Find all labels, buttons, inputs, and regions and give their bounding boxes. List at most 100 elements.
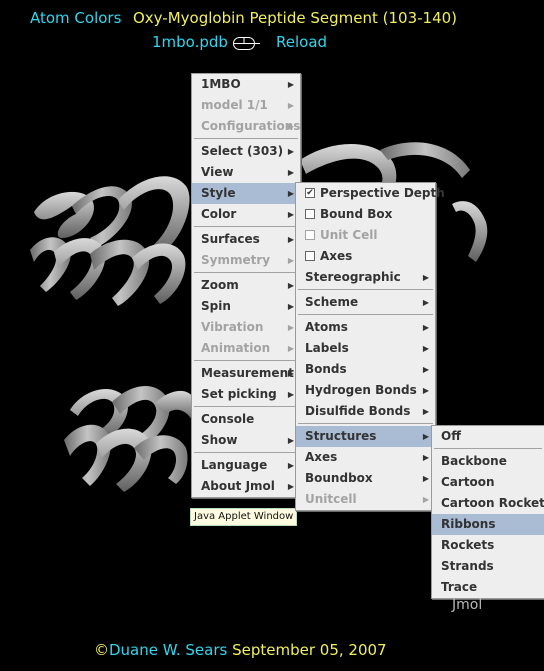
submenu-arrow-icon: ▶ xyxy=(287,302,294,311)
menu-item-label: Spin xyxy=(201,299,231,313)
menu-separator xyxy=(434,448,542,449)
menu-item-label: Unitcell xyxy=(305,492,357,506)
menu-item-axes[interactable]: Axes ▶ xyxy=(296,447,435,468)
menu-item-labels[interactable]: Labels ▶ xyxy=(296,338,435,359)
menu-item-label: Scheme xyxy=(305,295,359,309)
author-link[interactable]: Duane W. Sears xyxy=(109,641,227,659)
menu-item-symmetry: Symmetry ▶ xyxy=(192,250,300,271)
menu-item-label: Zoom xyxy=(201,278,239,292)
menu-item-label: Rockets xyxy=(441,538,495,552)
menu-item-label: Style xyxy=(201,186,236,200)
menu-item-label: Ribbons xyxy=(441,517,496,531)
menu-separator xyxy=(298,289,433,290)
menu-item-label: Unit Cell xyxy=(320,228,378,242)
menu-item-zoom[interactable]: Zoom ▶ xyxy=(192,275,300,296)
menu-item-animation: Animation ▶ xyxy=(192,338,300,359)
submenu-arrow-icon: ▶ xyxy=(287,122,294,131)
menu-item-language[interactable]: Language ▶ xyxy=(192,455,300,476)
menu-item-label: Measurement xyxy=(201,366,294,380)
menu-item-ribbons[interactable]: Ribbons xyxy=(432,514,544,535)
menu-item-set-picking[interactable]: Set picking ▶ xyxy=(192,384,300,405)
menu-separator xyxy=(298,314,433,315)
structures-submenu: Off Backbone Cartoon Cartoon Rockets Rib… xyxy=(431,425,544,599)
checkbox-icon xyxy=(305,208,315,219)
menu-item-label: Strands xyxy=(441,559,494,573)
menu-item-boundbox[interactable]: Boundbox ▶ xyxy=(296,468,435,489)
menu-item-label: Configurations xyxy=(201,119,301,133)
menu-item-view[interactable]: View ▶ xyxy=(192,162,300,183)
submenu-arrow-icon: ▶ xyxy=(422,298,429,307)
menu-item-backbone[interactable]: Backbone xyxy=(432,451,544,472)
footer: ©Duane W. Sears September 05, 2007 xyxy=(94,641,387,659)
menu-item-strands[interactable]: Strands xyxy=(432,556,544,577)
submenu-arrow-icon: ▶ xyxy=(287,369,294,378)
menu-item-rockets[interactable]: Rockets xyxy=(432,535,544,556)
menu-item-perspective-depth[interactable]: ✔ Perspective Depth xyxy=(296,183,445,204)
menu-item-spin[interactable]: Spin ▶ xyxy=(192,296,300,317)
menu-item-color[interactable]: Color ▶ xyxy=(192,204,300,225)
menu-item-label: Select (303) xyxy=(201,144,284,158)
menu-item-surfaces[interactable]: Surfaces ▶ xyxy=(192,229,300,250)
submenu-arrow-icon: ▶ xyxy=(422,453,429,462)
submenu-arrow-icon: ▶ xyxy=(287,256,294,265)
menu-item-label: Atoms xyxy=(305,320,348,334)
checkbox-checked-icon: ✔ xyxy=(305,187,315,198)
menu-item-scheme[interactable]: Scheme ▶ xyxy=(296,292,435,313)
submenu-arrow-icon: ▶ xyxy=(422,365,429,374)
menu-item-bound-box[interactable]: Bound Box xyxy=(296,204,435,225)
menu-item-unitcell: Unitcell ▶ xyxy=(296,489,435,510)
menu-item-label: Perspective Depth xyxy=(320,186,445,200)
menu-separator xyxy=(194,138,298,139)
menu-item-stereographic[interactable]: Stereographic ▶ xyxy=(296,267,435,288)
menu-item-disulfide-bonds[interactable]: Disulfide Bonds ▶ xyxy=(296,401,435,422)
submenu-arrow-icon: ▶ xyxy=(287,235,294,244)
menu-item-label: Animation xyxy=(201,341,271,355)
jmol-watermark: Jmol xyxy=(452,597,483,613)
menu-separator xyxy=(194,272,298,273)
menu-item-label: 1MBO xyxy=(201,77,241,91)
menu-item-label: Color xyxy=(201,207,237,221)
menu-item-1mbo[interactable]: 1MBO ▶ xyxy=(192,74,300,95)
menu-item-axes-toggle[interactable]: Axes xyxy=(296,246,435,267)
style-submenu: ✔ Perspective Depth Bound Box Unit Cell A… xyxy=(295,182,445,511)
menu-item-label: Axes xyxy=(305,450,338,464)
menu-item-measurement[interactable]: Measurement ▶ xyxy=(192,363,300,384)
submenu-arrow-icon: ▶ xyxy=(287,189,294,198)
menu-item-label: Labels xyxy=(305,341,349,355)
menu-item-label: Off xyxy=(441,429,461,443)
menu-item-label: Show xyxy=(201,433,238,447)
menu-item-bonds[interactable]: Bonds ▶ xyxy=(296,359,435,380)
menu-separator xyxy=(194,360,298,361)
menu-item-label: Boundbox xyxy=(305,471,373,485)
menu-item-label: Cartoon Rockets xyxy=(441,496,544,510)
menu-item-select[interactable]: Select (303) ▶ xyxy=(192,141,300,162)
menu-item-cartoon-rockets[interactable]: Cartoon Rockets xyxy=(432,493,544,514)
submenu-arrow-icon: ▶ xyxy=(287,80,294,89)
menu-item-off[interactable]: Off xyxy=(432,426,544,447)
menu-item-label: Stereographic xyxy=(305,270,401,284)
checkbox-icon xyxy=(305,250,315,261)
menu-item-label: Backbone xyxy=(441,454,507,468)
menu-separator xyxy=(194,452,298,453)
submenu-arrow-icon: ▶ xyxy=(287,210,294,219)
submenu-arrow-icon: ▶ xyxy=(287,323,294,332)
submenu-arrow-icon: ▶ xyxy=(287,482,294,491)
menu-item-show[interactable]: Show ▶ xyxy=(192,430,300,451)
submenu-arrow-icon: ▶ xyxy=(287,281,294,290)
submenu-arrow-icon: ▶ xyxy=(287,101,294,110)
menu-item-console[interactable]: Console xyxy=(192,409,300,430)
menu-item-hydrogen-bonds[interactable]: Hydrogen Bonds ▶ xyxy=(296,380,435,401)
menu-item-structures[interactable]: Structures ▶ xyxy=(296,426,435,447)
menu-item-unit-cell: Unit Cell xyxy=(296,225,435,246)
submenu-arrow-icon: ▶ xyxy=(422,344,429,353)
submenu-arrow-icon: ▶ xyxy=(422,407,429,416)
menu-item-atoms[interactable]: Atoms ▶ xyxy=(296,317,435,338)
menu-item-trace[interactable]: Trace xyxy=(432,577,544,598)
menu-separator xyxy=(298,423,433,424)
menu-item-cartoon[interactable]: Cartoon xyxy=(432,472,544,493)
helix-upper-left xyxy=(30,176,190,306)
menu-item-about-jmol[interactable]: About Jmol ▶ xyxy=(192,476,300,497)
menu-item-label: Vibration xyxy=(201,320,264,334)
menu-item-style[interactable]: Style ▶ xyxy=(192,183,300,204)
menu-item-configurations: Configurations ▶ xyxy=(192,116,300,137)
